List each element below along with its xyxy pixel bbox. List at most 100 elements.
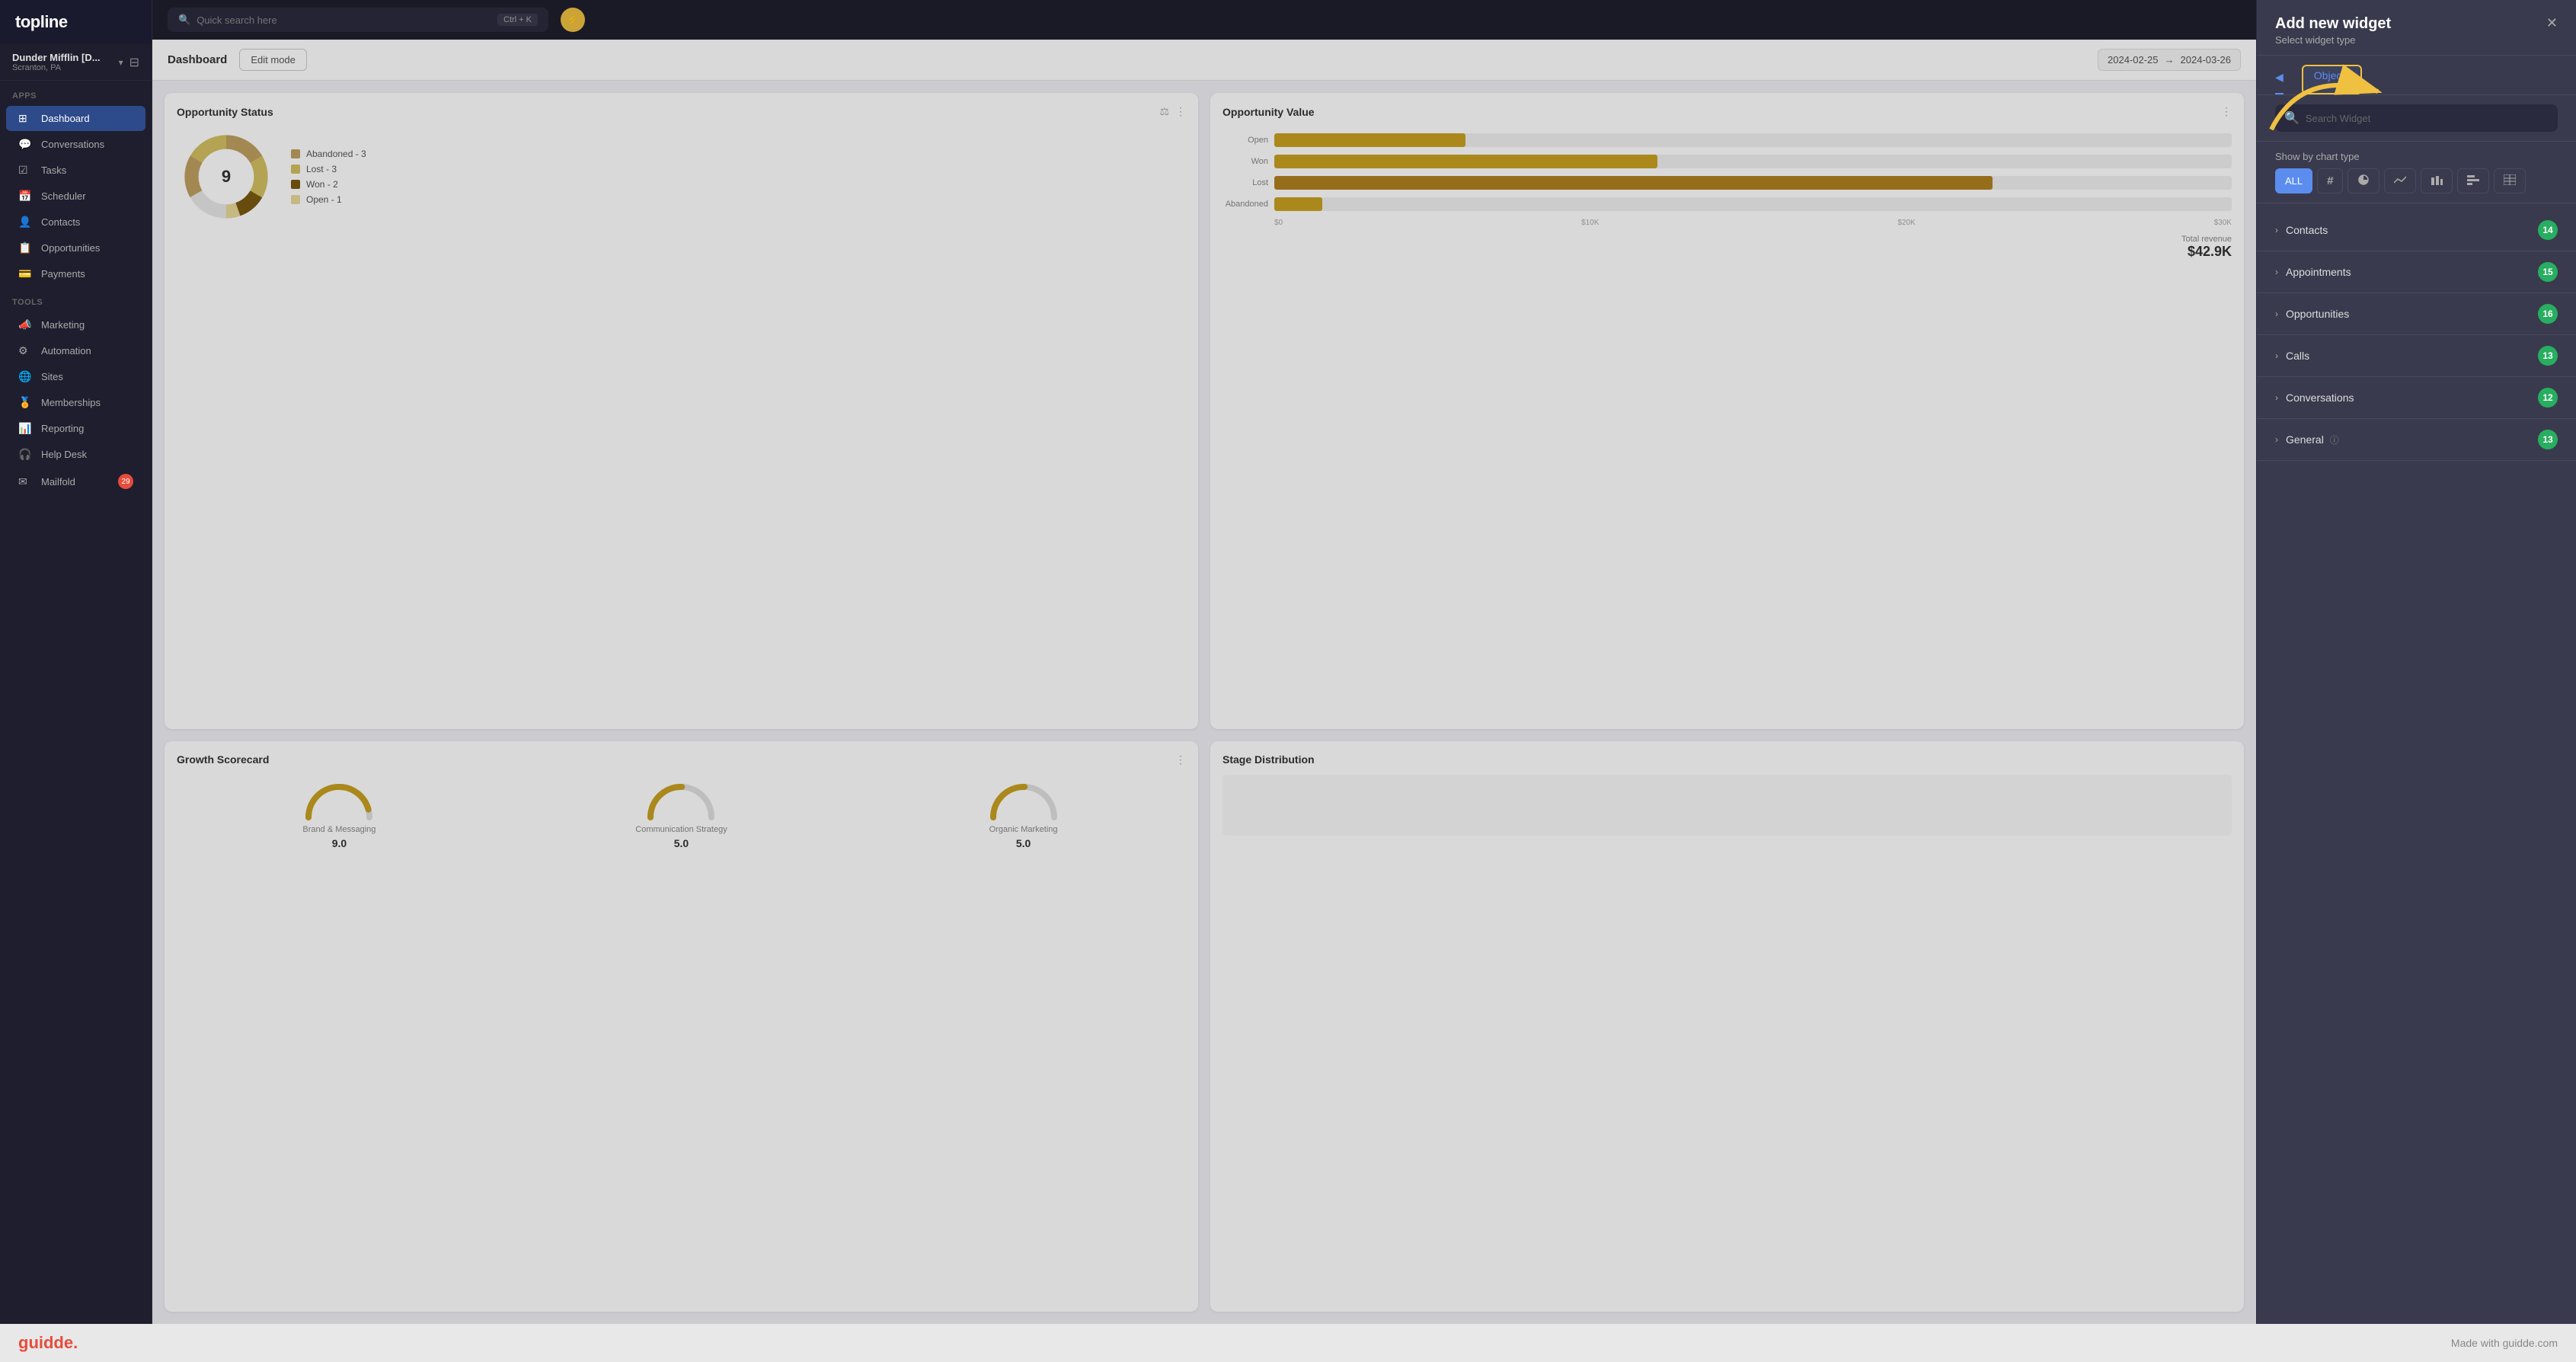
- widget-header: Stage Distribution: [1222, 753, 2232, 766]
- chart-type-table[interactable]: [2494, 168, 2526, 193]
- sidebar-item-label: Tasks: [41, 165, 66, 176]
- legend-color-lost: [291, 165, 300, 174]
- widget-title: Opportunity Value: [1222, 106, 1315, 118]
- sidebar: topline Dunder Mifflin [D... Scranton, P…: [0, 0, 152, 1324]
- sidebar-item-opportunities[interactable]: 📋 Opportunities: [6, 235, 145, 261]
- scorecard-item-comms: Communication Strategy 5.0: [635, 775, 727, 849]
- workspace-selector[interactable]: Dunder Mifflin [D... Scranton, PA ▾ ⊟: [0, 44, 152, 81]
- mailfold-icon: ✉: [18, 475, 34, 488]
- dashboard-bar: Dashboard Edit mode 2024-02-25 → 2024-03…: [152, 40, 2256, 81]
- legend-item: Lost - 3: [291, 164, 366, 174]
- category-general[interactable]: › General ⓘ 13: [2257, 419, 2576, 461]
- chevron-right-icon: ›: [2275, 225, 2278, 235]
- bar-fill: [1274, 133, 1465, 147]
- layout-toggle-icon[interactable]: ⊟: [129, 55, 139, 70]
- category-contacts[interactable]: › Contacts 14: [2257, 209, 2576, 251]
- search-icon: 🔍: [2284, 110, 2300, 126]
- sidebar-item-label: Help Desk: [41, 449, 87, 460]
- chart-type-number[interactable]: #: [2317, 168, 2343, 193]
- more-icon[interactable]: ⋮: [1175, 105, 1186, 118]
- edit-mode-button[interactable]: Edit mode: [239, 49, 307, 71]
- sidebar-item-label: Opportunities: [41, 242, 100, 254]
- payments-icon: 💳: [18, 267, 34, 280]
- widget-stage-distribution: Stage Distribution: [1210, 741, 2244, 1312]
- workspace-location: Scranton, PA: [12, 63, 116, 72]
- bar-track: [1274, 155, 2232, 168]
- bar-row-won: Won: [1222, 155, 2232, 168]
- bar-label: Lost: [1222, 178, 1268, 187]
- chart-type-section: Show by chart type ALL #: [2257, 142, 2576, 203]
- search-widget-input[interactable]: [2306, 113, 2549, 124]
- total-revenue-value: $42.9K: [1222, 244, 2232, 260]
- tab-objects[interactable]: Objects: [2302, 65, 2362, 94]
- bar-track: [1274, 176, 2232, 190]
- chart-type-pie[interactable]: [2347, 168, 2379, 193]
- sidebar-item-dashboard[interactable]: ⊞ Dashboard: [6, 106, 145, 131]
- bar-fill: [1274, 197, 1322, 211]
- dashboard-title: Dashboard: [168, 53, 227, 66]
- stage-distribution-placeholder: [1222, 775, 2232, 836]
- search-bar[interactable]: 🔍 Quick search here Ctrl + K: [168, 8, 548, 32]
- x-label: $30K: [2214, 219, 2232, 227]
- sidebar-item-marketing[interactable]: 📣 Marketing: [6, 312, 145, 337]
- sidebar-item-helpdesk[interactable]: 🎧 Help Desk: [6, 442, 145, 467]
- sidebar-item-contacts[interactable]: 👤 Contacts: [6, 209, 145, 235]
- marketing-icon: 📣: [18, 318, 34, 331]
- apps-nav: ⊞ Dashboard 💬 Conversations ☑ Tasks 📅 Sc…: [0, 105, 152, 287]
- date-to: 2024-03-26: [2181, 54, 2232, 66]
- more-icon[interactable]: ⋮: [2221, 105, 2232, 118]
- tab-back[interactable]: ◀: [2275, 65, 2284, 94]
- lightning-icon: ⚡: [566, 14, 579, 27]
- sidebar-item-conversations[interactable]: 💬 Conversations: [6, 132, 145, 157]
- total-revenue-label: Total revenue: [1222, 235, 2232, 244]
- sidebar-item-payments[interactable]: 💳 Payments: [6, 261, 145, 286]
- category-count-badge: 12: [2538, 388, 2558, 408]
- opportunities-icon: 📋: [18, 241, 34, 254]
- topbar: 🔍 Quick search here Ctrl + K ⚡: [152, 0, 2256, 40]
- donut-chart: 9: [177, 127, 276, 226]
- apps-section-label: Apps: [0, 81, 152, 105]
- conversations-icon: 💬: [18, 138, 34, 151]
- sidebar-item-reporting[interactable]: 📊 Reporting: [6, 416, 145, 441]
- chevron-right-icon: ›: [2275, 309, 2278, 319]
- sites-icon: 🌐: [18, 370, 34, 383]
- sidebar-item-label: Reporting: [41, 423, 84, 434]
- widget-header: Opportunity Value ⋮: [1222, 105, 2232, 118]
- sidebar-item-label: Automation: [41, 345, 91, 356]
- legend-label-abandoned: Abandoned - 3: [306, 149, 366, 159]
- category-count-badge: 14: [2538, 220, 2558, 240]
- sidebar-item-memberships[interactable]: 🏅 Memberships: [6, 390, 145, 415]
- scorecard-label: Communication Strategy: [635, 825, 727, 834]
- panel-tabs: ◀ Objects: [2257, 56, 2576, 95]
- sidebar-item-sites[interactable]: 🌐 Sites: [6, 364, 145, 389]
- sidebar-item-label: Marketing: [41, 319, 85, 331]
- sidebar-item-tasks[interactable]: ☑ Tasks: [6, 158, 145, 183]
- legend-color-won: [291, 180, 300, 189]
- category-calls[interactable]: › Calls 13: [2257, 335, 2576, 377]
- date-range[interactable]: 2024-02-25 → 2024-03-26: [2098, 49, 2241, 71]
- category-appointments[interactable]: › Appointments 15: [2257, 251, 2576, 293]
- sidebar-item-automation[interactable]: ⚙ Automation: [6, 338, 145, 363]
- date-arrow-icon: →: [2165, 54, 2175, 66]
- chart-type-bar[interactable]: [2421, 168, 2453, 193]
- filter-icon[interactable]: ⚖: [1159, 105, 1169, 118]
- scorecard-value: 5.0: [635, 837, 727, 849]
- lightning-button[interactable]: ⚡: [561, 8, 585, 32]
- date-from: 2024-02-25: [2108, 54, 2159, 66]
- chevron-right-icon: ›: [2275, 350, 2278, 361]
- category-opportunities[interactable]: › Opportunities 16: [2257, 293, 2576, 335]
- chevron-right-icon: ›: [2275, 267, 2278, 277]
- sidebar-item-scheduler[interactable]: 📅 Scheduler: [6, 184, 145, 209]
- chart-type-all[interactable]: ALL: [2275, 168, 2312, 193]
- close-button[interactable]: ✕: [2546, 15, 2558, 31]
- sidebar-item-label: Contacts: [41, 216, 80, 228]
- sidebar-item-mailfold[interactable]: ✉ Mailfold 29: [6, 468, 145, 495]
- scorecard-value: 9.0: [301, 837, 377, 849]
- chart-type-hbar[interactable]: [2457, 168, 2489, 193]
- chart-type-line[interactable]: [2384, 168, 2416, 193]
- bar-row-abandoned: Abandoned: [1222, 197, 2232, 211]
- scorecard-item-organic: Organic Marketing 5.0: [986, 775, 1062, 849]
- category-conversations[interactable]: › Conversations 12: [2257, 377, 2576, 419]
- tasks-icon: ☑: [18, 164, 34, 177]
- more-icon[interactable]: ⋮: [1175, 753, 1186, 766]
